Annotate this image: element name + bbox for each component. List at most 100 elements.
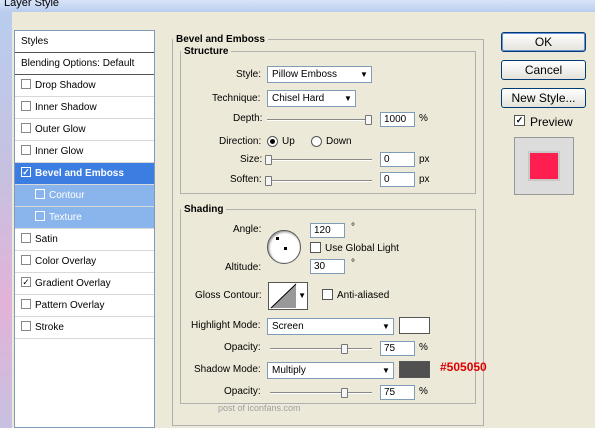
style-checkbox[interactable] (21, 255, 31, 266)
styles-list-label: Outer Glow (35, 124, 86, 135)
soften-slider-thumb[interactable] (265, 176, 272, 186)
size-label: Size: (240, 154, 263, 165)
size-unit: px (419, 154, 430, 165)
style-label: Style: (236, 69, 262, 80)
chevron-down-icon: ▼ (298, 291, 306, 300)
watermark: post of iconfans.com (218, 403, 301, 413)
angle-input[interactable]: 120 (310, 223, 345, 238)
styles-list-label: Gradient Overlay (35, 278, 111, 289)
styles-list-label: Color Overlay (35, 256, 97, 267)
altitude-unit: ° (351, 258, 355, 269)
styles-list-item[interactable]: Blending Options: Default (15, 53, 154, 75)
styles-list-label: Contour (49, 190, 85, 201)
styles-list-item[interactable]: ✓ Gradient Overlay (15, 273, 154, 295)
angle-dial-center (284, 247, 287, 250)
highlight-opacity-label: Opacity: (224, 342, 261, 353)
style-checkbox[interactable] (21, 233, 31, 244)
styles-list-label: Satin (35, 234, 58, 245)
direction-up-label: Up (282, 136, 295, 147)
shadow-color-swatch[interactable] (399, 361, 430, 378)
style-checkbox[interactable]: ✓ (21, 277, 31, 288)
shadow-opacity-thumb[interactable] (341, 388, 348, 398)
style-select[interactable]: Pillow Emboss ▼ (267, 66, 372, 83)
title-bar: Layer Style (0, 0, 595, 12)
shadow-opacity-slider[interactable] (270, 388, 372, 398)
background-strip (0, 12, 12, 428)
style-checkbox[interactable] (21, 145, 31, 156)
gloss-contour-preview (270, 283, 297, 309)
technique-select[interactable]: Chisel Hard ▼ (267, 90, 356, 107)
styles-list-item[interactable]: Color Overlay (15, 251, 154, 273)
style-checkbox[interactable] (21, 101, 31, 112)
styles-list-item[interactable]: Pattern Overlay (15, 295, 154, 317)
styles-list-label: Blending Options: Default (21, 58, 135, 69)
shadow-mode-select[interactable]: Multiply ▼ (267, 362, 394, 379)
styles-list-item[interactable]: Satin (15, 229, 154, 251)
use-global-light-checkbox[interactable] (310, 242, 321, 253)
depth-slider[interactable] (267, 115, 372, 125)
new-style-button[interactable]: New Style... (501, 88, 586, 108)
angle-dial[interactable] (267, 230, 301, 264)
styles-list-item[interactable]: Drop Shadow (15, 75, 154, 97)
styles-list-item[interactable]: Inner Shadow (15, 97, 154, 119)
direction-label: Direction: (219, 136, 262, 147)
bevel-emboss-title: Bevel and Emboss (176, 34, 265, 45)
styles-list-item[interactable]: Outer Glow (15, 119, 154, 141)
highlight-opacity-input[interactable]: 75 (380, 341, 415, 356)
use-global-light-label: Use Global Light (325, 243, 399, 254)
styles-list-item[interactable]: Inner Glow (15, 141, 154, 163)
style-checkbox[interactable]: ✓ (21, 167, 31, 178)
preview-checkbox[interactable]: ✓ (514, 115, 525, 126)
technique-value: Chisel Hard (272, 93, 325, 104)
shadow-opacity-input[interactable]: 75 (380, 385, 415, 400)
size-slider-thumb[interactable] (265, 155, 272, 165)
depth-label: Depth: (233, 113, 263, 124)
angle-dial-pointer (276, 237, 279, 240)
styles-list-item[interactable]: ✓ Bevel and Emboss (15, 163, 154, 185)
anti-aliased-checkbox[interactable] (322, 289, 333, 300)
preview-label: Preview (530, 115, 573, 129)
shadow-opacity-unit: % (419, 386, 428, 397)
style-checkbox[interactable] (35, 189, 45, 200)
size-slider[interactable] (265, 155, 372, 165)
style-checkbox[interactable] (21, 299, 31, 310)
anti-aliased-label: Anti-aliased (337, 290, 390, 301)
style-checkbox[interactable] (35, 211, 45, 222)
styles-list-label: Styles (21, 36, 49, 47)
highlight-mode-select[interactable]: Screen ▼ (267, 318, 394, 335)
shading-title: Shading (184, 204, 224, 215)
chevron-down-icon: ▼ (382, 322, 390, 331)
direction-down-radio[interactable] (311, 136, 322, 147)
styles-list: Styles Blending Options: Default Drop Shad… (14, 30, 155, 428)
styles-list-item[interactable]: Styles (15, 31, 154, 53)
soften-slider[interactable] (265, 176, 372, 186)
highlight-color-swatch[interactable] (399, 317, 430, 334)
altitude-input[interactable]: 30 (310, 259, 345, 274)
direction-down-label: Down (326, 136, 352, 147)
styles-list-label: Pattern Overlay (35, 300, 105, 311)
cancel-button[interactable]: Cancel (501, 60, 586, 80)
size-input[interactable]: 0 (380, 152, 415, 167)
styles-list-item[interactable]: Stroke (15, 317, 154, 339)
depth-input[interactable]: 1000 (380, 112, 415, 127)
shadow-mode-value: Multiply (272, 365, 306, 376)
highlight-opacity-unit: % (419, 342, 428, 353)
styles-list-item[interactable]: Texture (15, 207, 154, 229)
depth-slider-thumb[interactable] (365, 115, 372, 125)
styles-list-item[interactable]: Contour (15, 185, 154, 207)
direction-up-radio[interactable] (267, 136, 278, 147)
style-value: Pillow Emboss (272, 69, 338, 80)
highlight-mode-value: Screen (272, 321, 304, 332)
gloss-contour-picker[interactable]: ▼ (268, 282, 308, 310)
ok-button[interactable]: OK (501, 32, 586, 52)
style-checkbox[interactable] (21, 79, 31, 90)
structure-title: Structure (184, 46, 229, 57)
highlight-opacity-thumb[interactable] (341, 344, 348, 354)
style-checkbox[interactable] (21, 123, 31, 134)
highlight-opacity-slider[interactable] (270, 344, 372, 354)
styles-list-label: Stroke (35, 322, 64, 333)
color-annotation: #505050 (440, 360, 487, 374)
style-checkbox[interactable] (21, 321, 31, 332)
soften-input[interactable]: 0 (380, 172, 415, 187)
chevron-down-icon: ▼ (360, 70, 368, 79)
